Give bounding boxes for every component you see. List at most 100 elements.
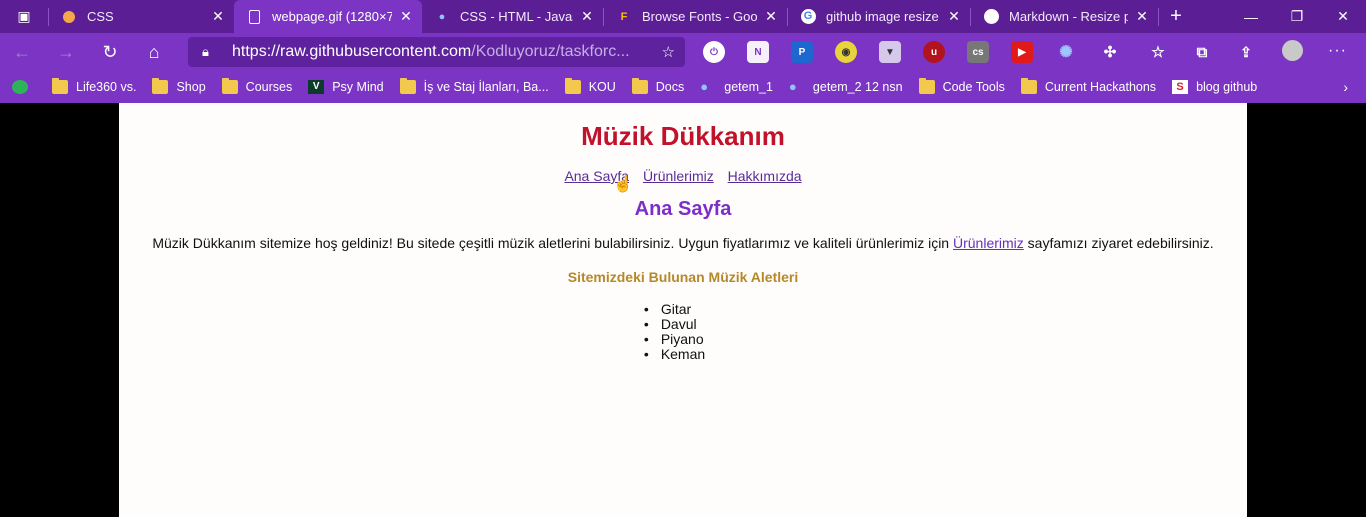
tab-google-fonts[interactable]: F Browse Fonts - Googl ✕ xyxy=(604,0,787,33)
bookmark-label: İş ve Staj İlanları, Ba... xyxy=(423,80,549,94)
folder-icon xyxy=(918,78,935,94)
site-nav: Ana Sayfa Ürünlerimiz Hakkımızda xyxy=(119,168,1247,184)
close-icon[interactable]: ✕ xyxy=(210,8,226,25)
bookmark-label: Psy Mind xyxy=(332,80,384,94)
nav-link-products[interactable]: Ürünlerimiz xyxy=(643,168,714,184)
window-controls: — ❐ ✕ xyxy=(1228,0,1366,33)
tab-css[interactable]: CSS ✕ xyxy=(49,0,234,33)
page-viewport: Müzik Dükkanım Ana Sayfa Ürünlerimiz Hak… xyxy=(119,103,1247,517)
folder-icon xyxy=(631,78,648,94)
list-item: Piyano xyxy=(644,332,705,348)
close-icon[interactable]: ✕ xyxy=(763,8,779,25)
tab-title: github image resize m xyxy=(826,9,940,24)
close-icon[interactable]: ✕ xyxy=(1134,8,1150,25)
close-icon[interactable]: ✕ xyxy=(398,8,414,25)
bookmark-label: Current Hackathons xyxy=(1044,80,1157,94)
close-icon[interactable]: ✕ xyxy=(579,8,595,25)
tab-markdown-resize[interactable]: Markdown - Resize pic ✕ xyxy=(971,0,1158,33)
google-fonts-icon: F xyxy=(620,10,628,23)
w-icon: V xyxy=(308,80,325,94)
owl-extension-icon[interactable]: ◉ xyxy=(835,41,857,63)
bookmark-item[interactable]: ● getem_2 12 nsn xyxy=(788,79,903,95)
power-extension-icon[interactable]: ⏻ xyxy=(703,41,725,63)
lock-icon: 🔒︎ xyxy=(202,44,209,59)
drop-icon: ● xyxy=(788,79,797,94)
new-tab-button[interactable]: + xyxy=(1159,5,1193,28)
bookmark-label: KOU xyxy=(588,80,616,94)
restore-button[interactable]: ❐ xyxy=(1274,0,1320,33)
folder-icon xyxy=(152,78,169,94)
intro-paragraph: Müzik Dükkanım sitemize hoş geldiniz! Bu… xyxy=(119,235,1247,251)
bookmark-label: getem_2 12 nsn xyxy=(812,80,903,94)
bookmark-item[interactable]: ● getem_1 xyxy=(700,79,773,95)
bookmark-item[interactable]: Docs xyxy=(631,78,684,94)
bookmark-item[interactable]: Sblog github xyxy=(1172,80,1257,94)
youtube-extension-icon[interactable]: ▶ xyxy=(1011,41,1033,63)
back-button[interactable]: ← xyxy=(0,33,44,71)
refresh-button[interactable]: ↻ xyxy=(88,33,132,71)
bookmark-item[interactable]: Current Hackathons xyxy=(1020,78,1157,94)
extensions-icon[interactable]: ✣ xyxy=(1099,41,1121,63)
url-host: https://raw.githubusercontent.com xyxy=(232,43,472,60)
minimize-button[interactable]: — xyxy=(1228,0,1274,33)
bookmark-label: Courses xyxy=(245,80,293,94)
ublock-extension-icon[interactable]: u xyxy=(923,41,945,63)
bookmark-item[interactable]: KOU xyxy=(564,78,616,94)
bookmark-item[interactable]: Life360 vs. xyxy=(52,78,136,94)
close-icon[interactable]: ✕ xyxy=(946,8,962,25)
forward-button[interactable]: → xyxy=(44,33,88,71)
folder-icon xyxy=(564,78,581,94)
github-icon xyxy=(983,9,999,25)
intro-text: Müzik Dükkanım sitemize hoş geldiniz! Bu… xyxy=(152,235,953,251)
plus-icon: + xyxy=(1170,5,1182,27)
drop-icon: ● xyxy=(700,79,709,94)
nav-link-about[interactable]: Hakkımızda xyxy=(728,168,802,184)
share-icon[interactable]: ⇪ xyxy=(1235,41,1257,63)
css-extension-icon[interactable]: cs xyxy=(967,41,989,63)
document-icon xyxy=(246,9,262,25)
more-options-icon[interactable]: ··· xyxy=(1328,42,1347,60)
bookmark-label: blog github xyxy=(1196,80,1258,94)
tab-title: webpage.gif (1280×72 xyxy=(272,9,392,24)
close-window-button[interactable]: ✕ xyxy=(1320,0,1366,33)
browser-toolbar: ← → ↻ ⌂ 🔒︎ https://raw.githubusercontent… xyxy=(0,33,1366,71)
add-favorite-icon[interactable]: ☆ xyxy=(662,43,675,61)
folder-icon xyxy=(52,78,68,94)
sparkle-extension-icon[interactable]: ✺ xyxy=(1055,41,1077,63)
bookmark-item[interactable]: Shop xyxy=(152,78,206,94)
bookmark-item[interactable]: Courses xyxy=(221,78,293,94)
arrow-right-icon: → xyxy=(57,41,75,62)
address-bar[interactable]: 🔒︎ https://raw.githubusercontent.com/Kod… xyxy=(188,37,685,67)
bookmark-label: Code Tools xyxy=(942,80,1005,94)
chevron-right-icon[interactable]: › xyxy=(1343,79,1348,95)
hand-cursor-icon: ☝ xyxy=(613,176,633,193)
tab-title: Markdown - Resize pic xyxy=(1009,9,1128,24)
favorites-icon[interactable]: ☆ xyxy=(1147,41,1169,63)
password-extension-icon[interactable]: P xyxy=(791,41,813,63)
tab-github-image-resize[interactable]: G github image resize m ✕ xyxy=(788,0,970,33)
tab-title: CSS - HTML - Javascrip xyxy=(460,9,573,24)
folder-icon xyxy=(1020,78,1037,94)
tab-actions-button[interactable]: ▣ xyxy=(0,0,48,33)
home-icon: ⌂ xyxy=(148,41,160,62)
tab-css-html-js[interactable]: ● CSS - HTML - Javascrip ✕ xyxy=(422,0,603,33)
tab-webpage-gif[interactable]: webpage.gif (1280×72 ✕ xyxy=(234,0,422,33)
intro-text-end: sayfamızı ziyaret edebilirsiniz. xyxy=(1023,235,1214,251)
bookmark-item[interactable]: İş ve Staj İlanları, Ba... xyxy=(399,78,549,94)
instrument-list: Gitar Davul Piyano Keman xyxy=(644,302,705,363)
collections-icon[interactable]: ⧉ xyxy=(1191,41,1213,63)
tab-title: CSS xyxy=(87,9,114,24)
list-item: Keman xyxy=(644,347,705,363)
refresh-icon: ↻ xyxy=(102,41,118,62)
drop-icon: ● xyxy=(438,10,446,23)
onenote-extension-icon[interactable]: N xyxy=(747,41,769,63)
bookmark-label: getem_1 xyxy=(724,80,773,94)
bookmark-item[interactable]: Code Tools xyxy=(918,78,1005,94)
home-button[interactable]: ⌂ xyxy=(132,33,176,71)
bookmark-item[interactable]: V Psy Mind xyxy=(308,80,384,94)
shield-extension-icon[interactable]: ▼ xyxy=(879,41,901,63)
list-item: Gitar xyxy=(644,302,705,318)
avatar[interactable] xyxy=(1282,40,1303,61)
intro-products-link[interactable]: Ürünlerimiz xyxy=(953,235,1024,251)
bookmark-extra[interactable] xyxy=(12,80,36,94)
